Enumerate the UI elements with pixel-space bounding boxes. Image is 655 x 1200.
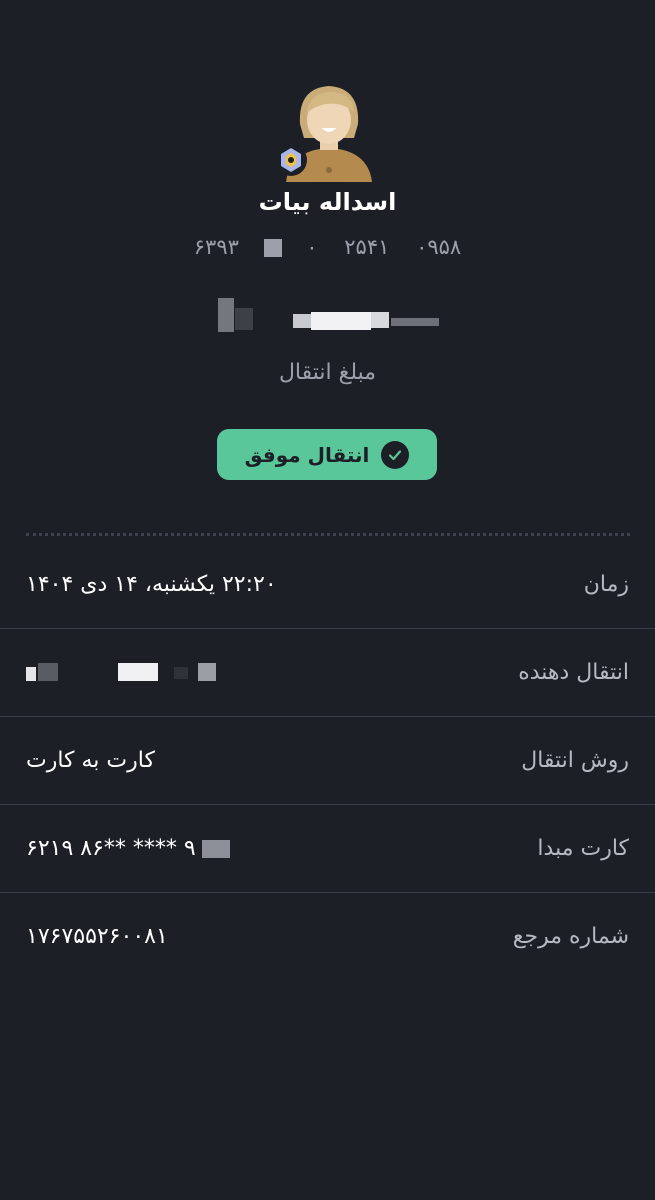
detail-row-source-card: کارت مبدا ۶۲۱۹ ۸۶** **** ۹: [0, 805, 655, 893]
source-card-label: کارت مبدا: [537, 836, 629, 861]
sender-label: انتقال دهنده: [518, 660, 629, 685]
time-value: ۲۲:۲۰ یکشنبه، ۱۴ دی ۱۴۰۴: [26, 572, 277, 597]
transfer-amount-redacted: [215, 296, 440, 336]
card-number-part: ۲۵۴۱: [344, 235, 390, 259]
detail-row-sender: انتقال دهنده: [0, 629, 655, 717]
transfer-receipt-screen: اسداله بیات ۶۳۹۳ ۰ ۲۵۴۱ ۰۹۵۸ مبلغ انتقال…: [0, 0, 655, 1200]
status-badge: انتقال موفق: [217, 429, 437, 480]
status-text: انتقال موفق: [244, 442, 370, 467]
dotted-divider: [26, 533, 630, 536]
card-number-part: ۰: [306, 235, 318, 259]
method-label: روش انتقال: [521, 748, 629, 773]
reference-value: ۱۷۶۷۵۵۲۶۰۰۸۱: [26, 924, 168, 949]
detail-row-time: زمان ۲۲:۲۰ یکشنبه، ۱۴ دی ۱۴۰۴: [0, 541, 655, 629]
detail-row-method: روش انتقال کارت به کارت: [0, 717, 655, 805]
source-card-value: ۶۲۱۹ ۸۶** **** ۹: [26, 805, 230, 893]
time-label: زمان: [583, 572, 629, 597]
redacted-block: [263, 239, 282, 257]
sender-value-redacted: [26, 659, 226, 685]
method-value: کارت به کارت: [26, 748, 155, 773]
reference-label: شماره مرجع: [512, 924, 629, 949]
recipient-card-number: ۶۳۹۳ ۰ ۲۵۴۱ ۰۹۵۸: [0, 235, 655, 259]
card-number-part: ۰۹۵۸: [416, 235, 462, 259]
detail-row-reference: شماره مرجع ۱۷۶۷۵۵۲۶۰۰۸۱: [0, 893, 655, 981]
redacted-block: [201, 840, 230, 858]
recipient-name: اسداله بیات: [258, 188, 397, 216]
card-number-part: ۶۳۹۳: [193, 235, 239, 259]
check-icon: [381, 440, 410, 469]
source-card-number: ۶۲۱۹ ۸۶** **** ۹: [26, 836, 196, 861]
amount-label: مبلغ انتقال: [278, 360, 377, 385]
bank-logo-icon: [274, 143, 308, 177]
